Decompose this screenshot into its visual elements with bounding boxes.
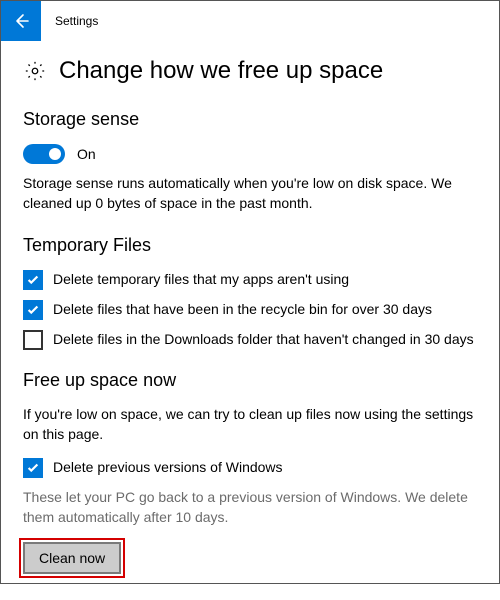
titlebar: Settings (1, 1, 499, 41)
free-up-section: Free up space now If you're low on space… (23, 370, 477, 573)
checkbox-label: Delete files that have been in the recyc… (53, 300, 432, 319)
clean-now-button[interactable]: Clean now (23, 542, 121, 574)
checkbox-icon (23, 270, 43, 290)
page-title: Change how we free up space (59, 57, 383, 85)
content-area: Change how we free up space Storage sens… (1, 41, 499, 600)
free-up-heading: Free up space now (23, 370, 477, 391)
storage-sense-section: Storage sense On Storage sense runs auto… (23, 109, 477, 213)
storage-sense-heading: Storage sense (23, 109, 477, 130)
temp-files-option-3[interactable]: Delete files in the Downloads folder tha… (23, 330, 477, 350)
checkbox-label: Delete previous versions of Windows (53, 458, 283, 477)
checkbox-icon (23, 300, 43, 320)
storage-sense-toggle-label: On (77, 146, 96, 162)
checkbox-label: Delete temporary files that my apps aren… (53, 270, 349, 289)
free-up-intro: If you're low on space, we can try to cl… (23, 405, 477, 444)
temp-files-heading: Temporary Files (23, 235, 477, 256)
checkbox-icon (23, 458, 43, 478)
free-up-note: These let your PC go back to a previous … (23, 488, 477, 527)
temp-files-option-2[interactable]: Delete files that have been in the recyc… (23, 300, 477, 320)
page-header: Change how we free up space (23, 57, 477, 85)
storage-sense-description: Storage sense runs automatically when yo… (23, 174, 477, 213)
delete-previous-versions-option[interactable]: Delete previous versions of Windows (23, 458, 477, 478)
storage-sense-toggle[interactable] (23, 144, 65, 164)
checkbox-icon (23, 330, 43, 350)
app-name: Settings (55, 14, 98, 28)
temp-files-option-1[interactable]: Delete temporary files that my apps aren… (23, 270, 477, 290)
gear-icon (23, 59, 47, 83)
checkbox-label: Delete files in the Downloads folder tha… (53, 330, 474, 349)
temp-files-section: Temporary Files Delete temporary files t… (23, 235, 477, 350)
back-button[interactable] (1, 1, 41, 41)
arrow-left-icon (13, 13, 29, 29)
storage-sense-toggle-row: On (23, 144, 477, 164)
